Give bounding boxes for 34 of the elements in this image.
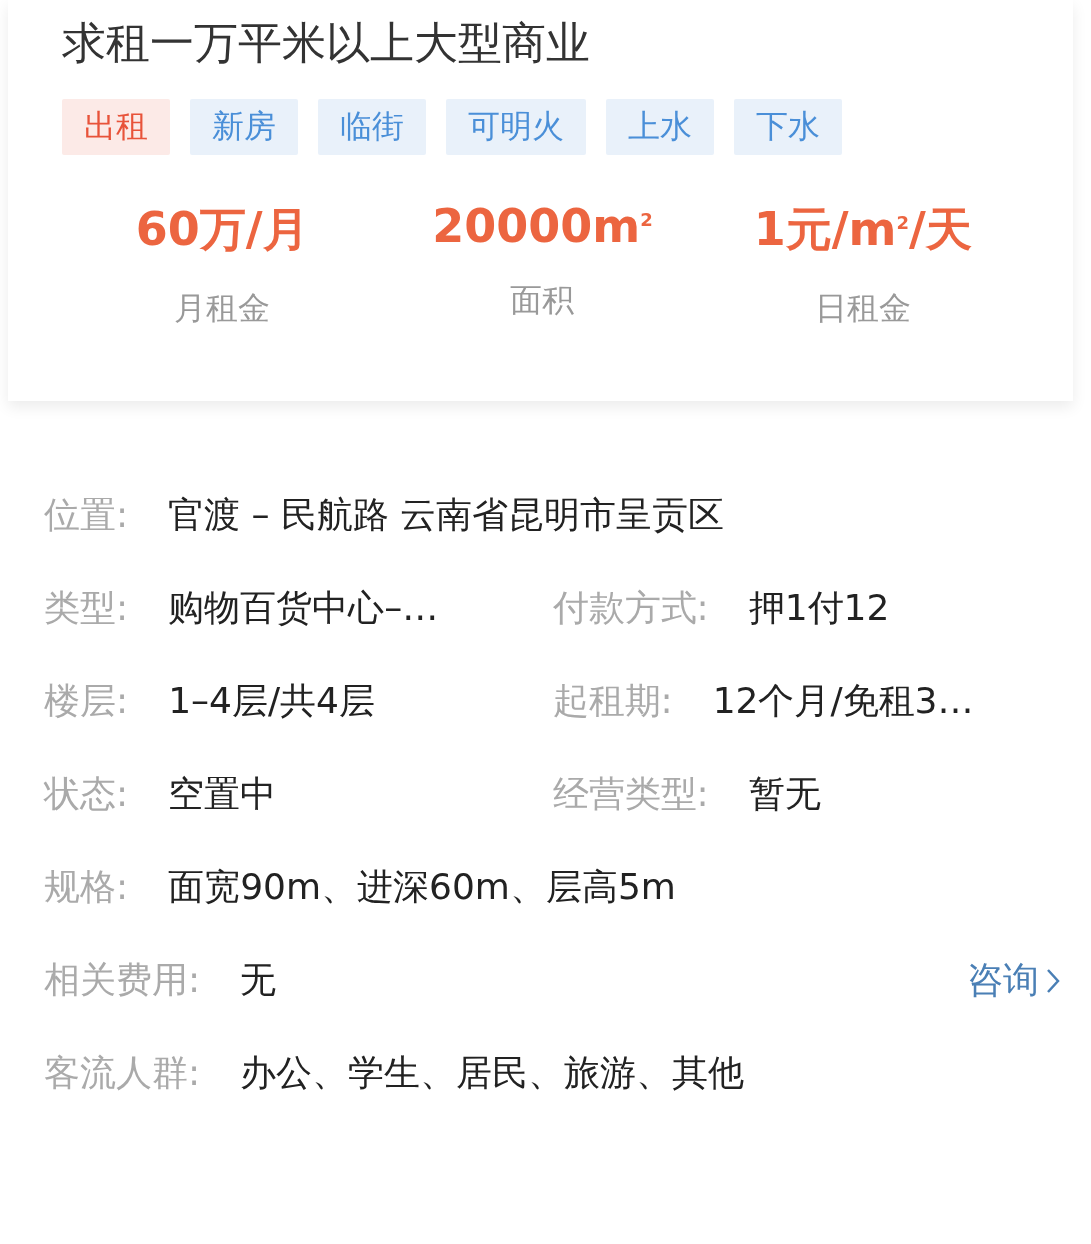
field-label: 位置: [44, 493, 129, 537]
field-label: 付款方式: [552, 586, 709, 630]
field-value: 空置中 [168, 772, 277, 816]
tag: 下水 [734, 99, 842, 155]
tag: 可明火 [446, 99, 586, 155]
listing-title: 求租一万平米以上大型商业 [62, 16, 591, 70]
tag: 出租 [62, 99, 170, 155]
stat-value: 1元/m$^{2}$/天 [753, 201, 972, 258]
field-value: 押1付12 [748, 586, 890, 630]
field-label: 经营类型: [552, 772, 709, 816]
field-label: 状态: [44, 772, 129, 816]
field-value: 办公、学生、居民、旅游、其他 [240, 1051, 745, 1095]
field-label: 类型: [44, 586, 129, 630]
field-value: 官渡 – 民航路 云南省昆明市呈贡区 [168, 493, 725, 537]
field-value: 12个月/免租3… [712, 679, 974, 723]
field-value: 购物百货中心–… [168, 586, 439, 630]
tag: 临街 [318, 99, 426, 155]
stat-value: 60万/月 [135, 201, 309, 258]
field-label: 楼层: [44, 679, 129, 723]
tag: 新房 [190, 99, 298, 155]
stat-value: 20000m$^{2}$ [432, 199, 653, 253]
tag: 上水 [606, 99, 714, 155]
field-value: 暂无 [748, 772, 821, 816]
stat-label: 日租金 [814, 288, 911, 329]
field-value: 面宽90m、进深60m、层高5m [168, 865, 676, 909]
stat-label: 月租金 [174, 288, 271, 329]
field-label: 规格: [44, 865, 129, 909]
consult-link[interactable]: 咨询 [967, 956, 1061, 1005]
field-label: 客流人群: [44, 1051, 201, 1095]
field-label: 起租期: [552, 679, 673, 723]
field-value: 无 [240, 958, 277, 1002]
field-value: 1–4层/共4层 [168, 679, 375, 723]
stat-label: 面积 [510, 280, 575, 321]
field-label: 相关费用: [44, 958, 201, 1002]
